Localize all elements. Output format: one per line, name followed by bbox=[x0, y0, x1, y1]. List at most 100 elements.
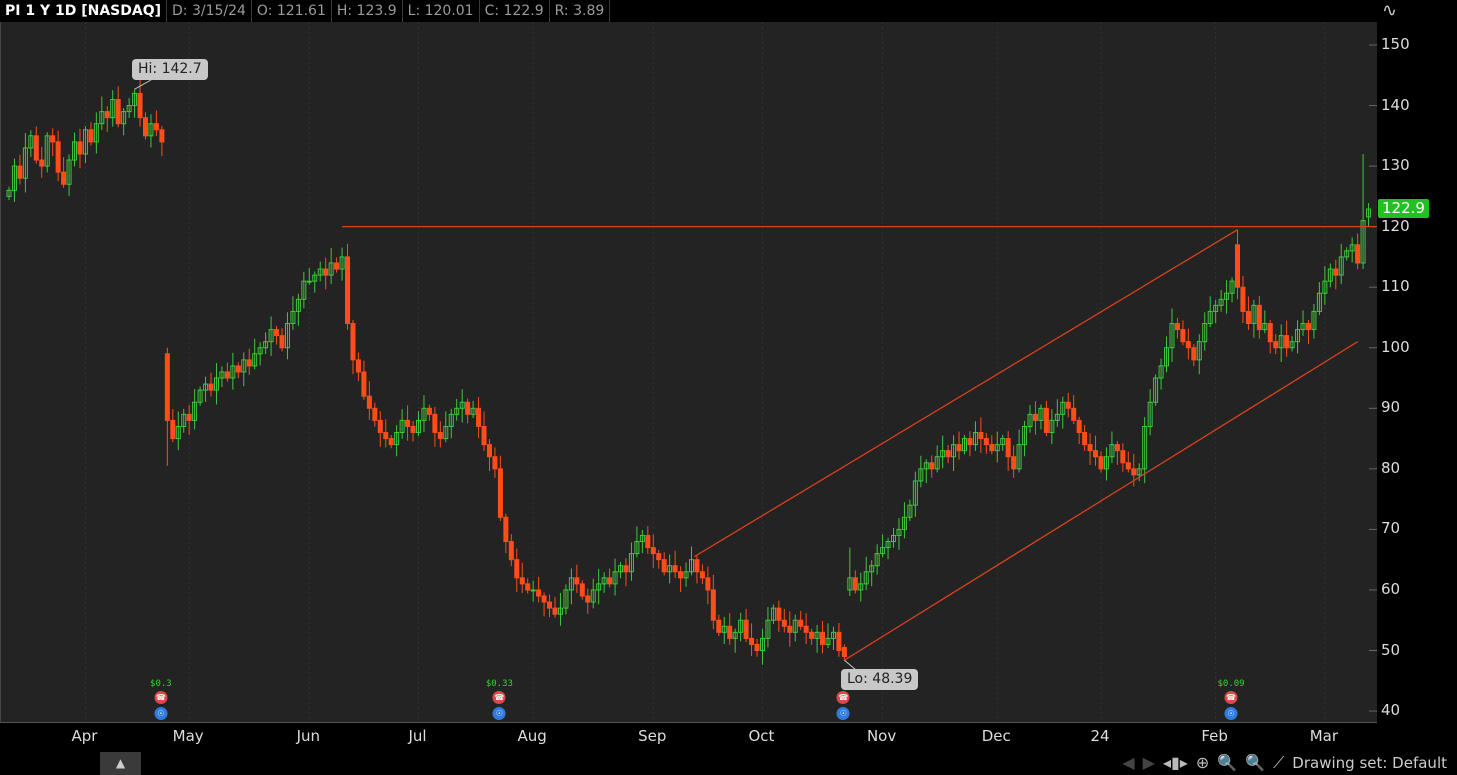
candle-down bbox=[88, 129, 94, 143]
candle-down bbox=[699, 571, 705, 579]
earnings-bulb-icon[interactable]: ☉ bbox=[492, 707, 506, 720]
candle-down bbox=[388, 438, 394, 446]
candle-down bbox=[1011, 456, 1017, 470]
candle-down bbox=[989, 444, 995, 452]
candle-down bbox=[929, 462, 935, 470]
dividend-label: $0.09 bbox=[1217, 679, 1245, 689]
candle-down bbox=[350, 323, 356, 361]
time-tick-label: Aug bbox=[517, 727, 547, 745]
expand-time-icon[interactable]: ◂▮▸ bbox=[1163, 753, 1188, 772]
price-tick-label: 120 bbox=[1381, 216, 1410, 235]
scroll-left-icon[interactable]: ◀ bbox=[1122, 753, 1134, 772]
candle-down bbox=[246, 359, 252, 367]
price-tick-label: 100 bbox=[1381, 337, 1410, 356]
price-tick-label: 50 bbox=[1381, 640, 1401, 659]
candle-down bbox=[645, 534, 651, 549]
candle-down bbox=[672, 565, 678, 573]
zoom-out-icon[interactable]: 🔍 bbox=[1245, 753, 1265, 772]
candle-down bbox=[1305, 323, 1311, 331]
earnings-call-icon[interactable]: ☎ bbox=[1224, 691, 1238, 704]
dividend-label: $0.3 bbox=[150, 679, 172, 689]
candle-down bbox=[1267, 323, 1273, 343]
candle-down bbox=[743, 619, 749, 639]
candle-down bbox=[410, 425, 416, 434]
candle-down bbox=[492, 456, 498, 470]
price-tick-label: 90 bbox=[1381, 398, 1401, 417]
candle-down bbox=[334, 262, 340, 270]
candle-down bbox=[465, 401, 471, 415]
earnings-call-icon[interactable]: ☎ bbox=[836, 691, 850, 704]
collapse-panel-button[interactable]: ▲ bbox=[100, 752, 141, 775]
candle-down bbox=[1065, 401, 1071, 409]
candle-down bbox=[820, 631, 826, 645]
earnings-bulb-icon[interactable]: ☉ bbox=[836, 707, 850, 720]
price-tick-label: 130 bbox=[1381, 156, 1410, 175]
candle-down bbox=[224, 371, 230, 379]
candle-down bbox=[607, 577, 613, 585]
high-readout: H: 123.9 bbox=[332, 0, 403, 22]
candle-down bbox=[705, 577, 711, 591]
zoom-in-icon[interactable]: 🔍 bbox=[1217, 753, 1237, 772]
candle-down bbox=[798, 619, 804, 627]
drawing-set-label[interactable]: Drawing set: Default bbox=[1292, 754, 1447, 772]
candle-down bbox=[274, 329, 280, 337]
candle-down bbox=[377, 419, 383, 434]
candle-down bbox=[547, 601, 553, 609]
candle-down bbox=[361, 371, 367, 397]
time-tick-label: 24 bbox=[1090, 727, 1110, 745]
candle-down bbox=[1355, 244, 1361, 264]
time-tick-label: Dec bbox=[981, 727, 1011, 745]
candle-down bbox=[541, 595, 547, 603]
candle-down bbox=[945, 450, 951, 458]
price-chart[interactable] bbox=[1, 22, 1377, 722]
candle-down bbox=[836, 631, 842, 652]
price-tick-label: 60 bbox=[1381, 579, 1401, 598]
candle-down bbox=[710, 589, 716, 621]
candle-down bbox=[956, 444, 962, 452]
candle-down bbox=[143, 117, 148, 137]
chart-header: PI 1 Y 1D [NASDAQ] D: 3/15/24 O: 121.61 … bbox=[0, 0, 611, 22]
scroll-right-icon[interactable]: ▶ bbox=[1143, 753, 1155, 772]
earnings-call-icon[interactable]: ☎ bbox=[492, 691, 506, 704]
candle-down bbox=[235, 365, 241, 373]
open-readout: O: 121.61 bbox=[252, 0, 332, 22]
candle-down bbox=[486, 444, 492, 458]
candle-down bbox=[749, 637, 755, 645]
drawing-tool-icon[interactable]: ⟋ bbox=[1273, 753, 1284, 773]
candle-down bbox=[1087, 444, 1093, 452]
candle-down bbox=[345, 256, 351, 325]
time-tick-label: Nov bbox=[866, 727, 897, 745]
candle-down bbox=[1131, 468, 1137, 476]
candle-up bbox=[306, 280, 312, 283]
candle-down bbox=[1284, 335, 1290, 349]
candle-down bbox=[1082, 432, 1088, 446]
chart-plot-area[interactable] bbox=[0, 22, 1377, 723]
candle-down bbox=[159, 129, 165, 143]
candle-down bbox=[1333, 268, 1339, 276]
candle-down bbox=[208, 383, 214, 391]
earnings-call-icon[interactable]: ☎ bbox=[154, 691, 168, 704]
candle-down bbox=[694, 559, 700, 573]
chart-toolbar: ◀ ▶ ◂▮▸ ⊕ 🔍 🔍 ⟋ Drawing set: Default bbox=[1122, 750, 1457, 775]
earnings-bulb-icon[interactable]: ☉ bbox=[1224, 707, 1238, 720]
studies-icon[interactable]: ∿ bbox=[1382, 0, 1397, 21]
candle-down bbox=[1191, 347, 1197, 361]
candle-down bbox=[1005, 438, 1011, 458]
candle-down bbox=[186, 413, 192, 421]
symbol-label[interactable]: PI 1 Y 1D [NASDAQ] bbox=[0, 0, 167, 22]
candle-down bbox=[77, 141, 83, 155]
candle-down bbox=[366, 395, 372, 409]
candle-down bbox=[678, 571, 684, 579]
price-tick-label: 110 bbox=[1381, 277, 1410, 296]
price-tick-label: 140 bbox=[1381, 95, 1410, 114]
price-tick-label: 70 bbox=[1381, 519, 1401, 538]
candle-down bbox=[383, 432, 389, 440]
crosshair-icon[interactable]: ⊕ bbox=[1196, 753, 1209, 772]
time-tick-label: Oct bbox=[748, 727, 775, 745]
candle-down bbox=[841, 646, 847, 658]
candle-down bbox=[323, 268, 329, 276]
candle-down bbox=[1120, 450, 1126, 464]
candle-down bbox=[781, 619, 787, 627]
earnings-bulb-icon[interactable]: ☉ bbox=[154, 707, 168, 720]
candle-down bbox=[55, 141, 61, 173]
